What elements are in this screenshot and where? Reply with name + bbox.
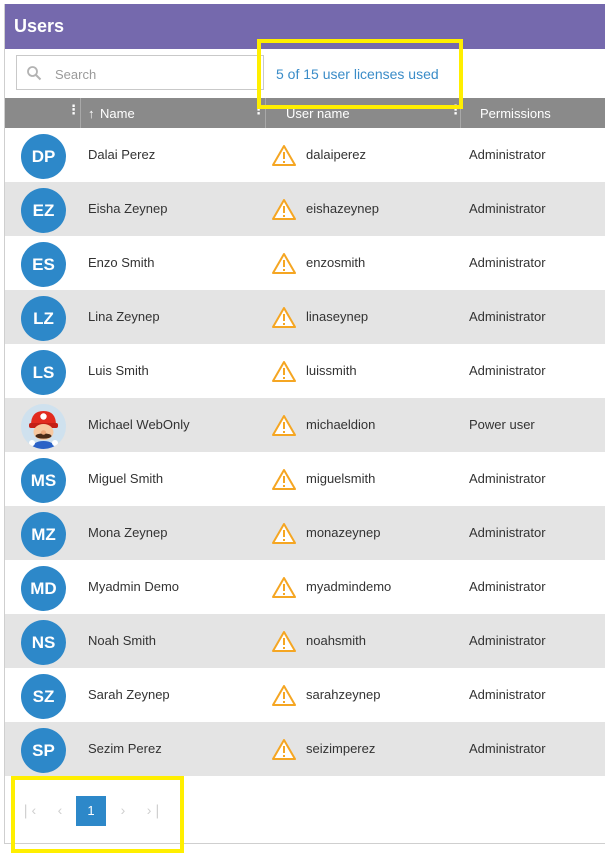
table-row[interactable]: LZ Lina Zeynep linaseynep Administrator: [5, 290, 605, 344]
table-row[interactable]: SZ Sarah Zeynep sarahzeynep Administrato…: [5, 668, 605, 722]
table-row[interactable]: LS Luis Smith luissmith Administrator: [5, 344, 605, 398]
warning-icon: [272, 145, 296, 166]
table-row[interactable]: MZ Mona Zeynep monazeynep Administrator: [5, 506, 605, 560]
table-row[interactable]: MS Miguel Smith miguelsmith Administrato…: [5, 452, 605, 506]
user-permission: Administrator: [469, 201, 546, 216]
search-icon: [27, 66, 42, 81]
column-header-avatar: ⋮: [5, 98, 80, 128]
user-permission: Administrator: [469, 255, 546, 270]
avatar: DP: [21, 134, 66, 179]
warning-icon: [272, 631, 296, 652]
user-permission: Administrator: [469, 741, 546, 756]
user-full-name: Michael WebOnly: [88, 417, 190, 432]
column-header-permissions[interactable]: Permissions: [461, 98, 605, 128]
user-full-name: Sezim Perez: [88, 741, 162, 756]
avatar: LS: [21, 350, 66, 395]
table-row[interactable]: SP Sezim Perez seizimperez Administrator: [5, 722, 605, 776]
user-name: eishazeynep: [306, 201, 379, 216]
warning-icon: [272, 307, 296, 328]
column-header-name[interactable]: ↑ Name ⋮: [81, 98, 265, 128]
user-permission: Administrator: [469, 525, 546, 540]
users-panel: Users 5 of 15 user licenses used ⋮ ↑ Nam…: [4, 4, 605, 844]
user-name: linaseynep: [306, 309, 369, 324]
user-permission: Administrator: [469, 633, 546, 648]
highlight-box-licenses: [257, 39, 463, 109]
warning-icon: [272, 361, 296, 382]
avatar: LZ: [21, 296, 66, 341]
avatar: MD: [21, 566, 66, 611]
user-name: monazeynep: [306, 525, 381, 540]
search-box[interactable]: [16, 55, 264, 90]
user-full-name: Luis Smith: [88, 363, 149, 378]
table-row[interactable]: NS Noah Smith noahsmith Administrator: [5, 614, 605, 668]
warning-icon: [272, 415, 296, 436]
warning-icon: [272, 523, 296, 544]
table-row[interactable]: ES Enzo Smith enzosmith Administrator: [5, 236, 605, 290]
avatar-picture: [21, 404, 66, 449]
avatar: SP: [21, 728, 66, 773]
user-full-name: Dalai Perez: [88, 147, 156, 162]
column-header-permissions-label: Permissions: [480, 106, 551, 121]
sort-ascending-icon: ↑: [88, 106, 95, 121]
table-row[interactable]: MD Myadmin Demo myadmindemo Administrato…: [5, 560, 605, 614]
kebab-menu-icon[interactable]: ⋮: [67, 103, 80, 116]
user-permission: Administrator: [469, 363, 546, 378]
user-full-name: Miguel Smith: [88, 471, 164, 486]
user-name: enzosmith: [306, 255, 366, 270]
avatar: MZ: [21, 512, 66, 557]
warning-icon: [272, 469, 296, 490]
user-full-name: Noah Smith: [88, 633, 156, 648]
highlight-box-pagination: [11, 776, 184, 853]
user-name: sarahzeynep: [306, 687, 381, 702]
user-name: miguelsmith: [306, 471, 376, 486]
character-avatar-image: [29, 411, 58, 449]
user-full-name: Mona Zeynep: [88, 525, 168, 540]
user-permission: Administrator: [469, 687, 546, 702]
user-permission: Administrator: [469, 579, 546, 594]
avatar: SZ: [21, 674, 66, 719]
user-name: dalaiperez: [306, 147, 366, 162]
user-name: michaeldion: [306, 417, 376, 432]
avatar: EZ: [21, 188, 66, 233]
user-permission: Administrator: [469, 147, 546, 162]
users-table-body: DP Dalai Perez dalaiperez Administrator …: [5, 128, 605, 776]
user-name: noahsmith: [306, 633, 366, 648]
warning-icon: [272, 577, 296, 598]
warning-icon: [272, 199, 296, 220]
warning-icon: [272, 253, 296, 274]
user-full-name: Myadmin Demo: [88, 579, 180, 594]
user-permission: Administrator: [469, 471, 546, 486]
table-row[interactable]: DP Dalai Perez dalaiperez Administrator: [5, 128, 605, 182]
table-row[interactable]: EZ Eisha Zeynep eishazeynep Administrato…: [5, 182, 605, 236]
page-title: Users: [14, 16, 65, 36]
column-header-name-label: Name: [100, 106, 135, 121]
avatar: ES: [21, 242, 66, 287]
user-full-name: Enzo Smith: [88, 255, 155, 270]
user-name: luissmith: [306, 363, 357, 378]
user-name: seizimperez: [306, 741, 376, 756]
user-full-name: Eisha Zeynep: [88, 201, 168, 216]
user-permission: Administrator: [469, 309, 546, 324]
user-permission: Power user: [469, 417, 535, 432]
table-row[interactable]: Michael WebOnly michaeldion Power user: [5, 398, 605, 452]
user-full-name: Lina Zeynep: [88, 309, 160, 324]
search-input[interactable]: [53, 63, 257, 85]
avatar: MS: [21, 458, 66, 503]
avatar: NS: [21, 620, 66, 665]
warning-icon: [272, 685, 296, 706]
warning-icon: [272, 739, 296, 760]
user-name: myadmindemo: [306, 579, 392, 594]
user-full-name: Sarah Zeynep: [88, 687, 170, 702]
